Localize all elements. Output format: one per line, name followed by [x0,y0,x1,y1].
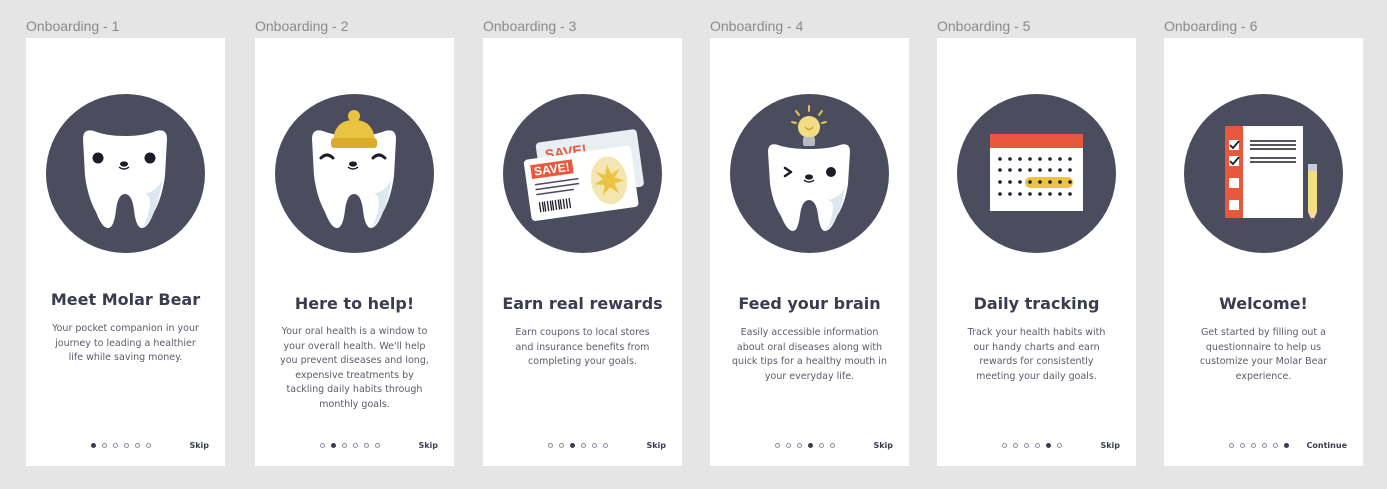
screen-description: Get started by filling out a questionnai… [1199,327,1328,382]
molar-bear-beanie-icon [312,110,396,228]
page-dot-1[interactable] [1002,443,1007,448]
screen-description: Track your health habits with our handy … [967,327,1106,382]
screen-description: Earn coupons to local stores and insuran… [515,327,650,367]
page-dot-5[interactable] [1046,443,1051,448]
page-indicator [1229,443,1289,448]
page-dot-4[interactable] [1035,443,1040,448]
screen-description: Easily accessible information about oral… [732,327,887,382]
page-dot-6[interactable] [1057,443,1062,448]
screen-description: Your pocket companion in your journey to… [52,323,199,363]
skip-button[interactable]: Skip [646,441,666,450]
skip-button[interactable]: Skip [1100,441,1120,450]
screen-title: Earn real rewards [502,294,663,313]
frame-label-5: Onboarding - 5 [937,18,1031,34]
onboarding-screen-6: Welcome! Get started by filling out a qu… [1164,38,1363,466]
calendar-icon [990,134,1083,211]
illustration-circle [730,94,889,253]
illustration-circle [275,94,434,253]
illustration-circle: SAVE! SAVE! [503,94,662,253]
page-dot-2[interactable] [1240,443,1245,448]
page-indicator [548,443,608,448]
screen-title: Feed your brain [738,294,881,313]
page-indicator [775,443,835,448]
page-indicator [320,443,380,448]
frame-label-3: Onboarding - 3 [483,18,577,34]
page-indicator [91,443,151,448]
page-dot-3[interactable] [1024,443,1029,448]
onboarding-screen-5: Daily tracking Track your health habits … [937,38,1136,466]
page-dot-6[interactable] [603,443,608,448]
onboarding-screen-2: Here to help! Your oral health is a wind… [255,38,454,466]
page-dot-6[interactable] [375,443,380,448]
page-dot-3[interactable] [570,443,575,448]
page-dot-5[interactable] [364,443,369,448]
page-dot-4[interactable] [1262,443,1267,448]
page-dot-3[interactable] [1251,443,1256,448]
page-dot-2[interactable] [1013,443,1018,448]
page-indicator [1002,443,1062,448]
coupon-cards-icon: SAVE! SAVE! [523,129,644,221]
page-dot-5[interactable] [135,443,140,448]
frame-label-6: Onboarding - 6 [1164,18,1258,34]
screen-title: Meet Molar Bear [50,290,201,309]
frame-label-1: Onboarding - 1 [26,18,120,34]
screen-description: Your oral health is a window to your ove… [280,326,429,410]
page-dot-4[interactable] [808,443,813,448]
onboarding-screen-3: SAVE! SAVE! Earn real rewards Earn coupo… [483,38,682,466]
frame-label-2: Onboarding - 2 [255,18,349,34]
page-dot-2[interactable] [331,443,336,448]
checklist-pencil-icon [1225,126,1317,222]
screen-title: Daily tracking [973,294,1100,313]
skip-button[interactable]: Skip [418,441,438,450]
screen-title: Here to help! [294,294,415,313]
onboarding-screen-4: Feed your brain Easily accessible inform… [710,38,909,466]
page-dot-3[interactable] [797,443,802,448]
molar-bear-lightbulb-icon [768,105,850,231]
skip-button[interactable]: Skip [873,441,893,450]
illustration-circle [46,94,205,253]
page-dot-6[interactable] [146,443,151,448]
page-dot-1[interactable] [548,443,553,448]
page-dot-1[interactable] [320,443,325,448]
page-dot-6[interactable] [1284,443,1289,448]
onboarding-screen-1: Meet Molar Bear Your pocket companion in… [26,38,225,466]
page-dot-3[interactable] [113,443,118,448]
page-dot-4[interactable] [581,443,586,448]
page-dot-5[interactable] [592,443,597,448]
page-dot-5[interactable] [819,443,824,448]
illustration-circle [957,94,1116,253]
page-dot-3[interactable] [342,443,347,448]
screen-title: Welcome! [1219,294,1308,313]
illustration-circle [1184,94,1343,253]
page-dot-4[interactable] [353,443,358,448]
page-dot-1[interactable] [1229,443,1234,448]
page-dot-1[interactable] [91,443,96,448]
page-dot-6[interactable] [830,443,835,448]
continue-button[interactable]: Continue [1307,441,1347,450]
frame-label-4: Onboarding - 4 [710,18,804,34]
page-dot-2[interactable] [786,443,791,448]
page-dot-2[interactable] [559,443,564,448]
page-dot-2[interactable] [102,443,107,448]
molar-bear-icon [83,130,167,228]
page-dot-5[interactable] [1273,443,1278,448]
page-dot-4[interactable] [124,443,129,448]
skip-button[interactable]: Skip [189,441,209,450]
page-dot-1[interactable] [775,443,780,448]
